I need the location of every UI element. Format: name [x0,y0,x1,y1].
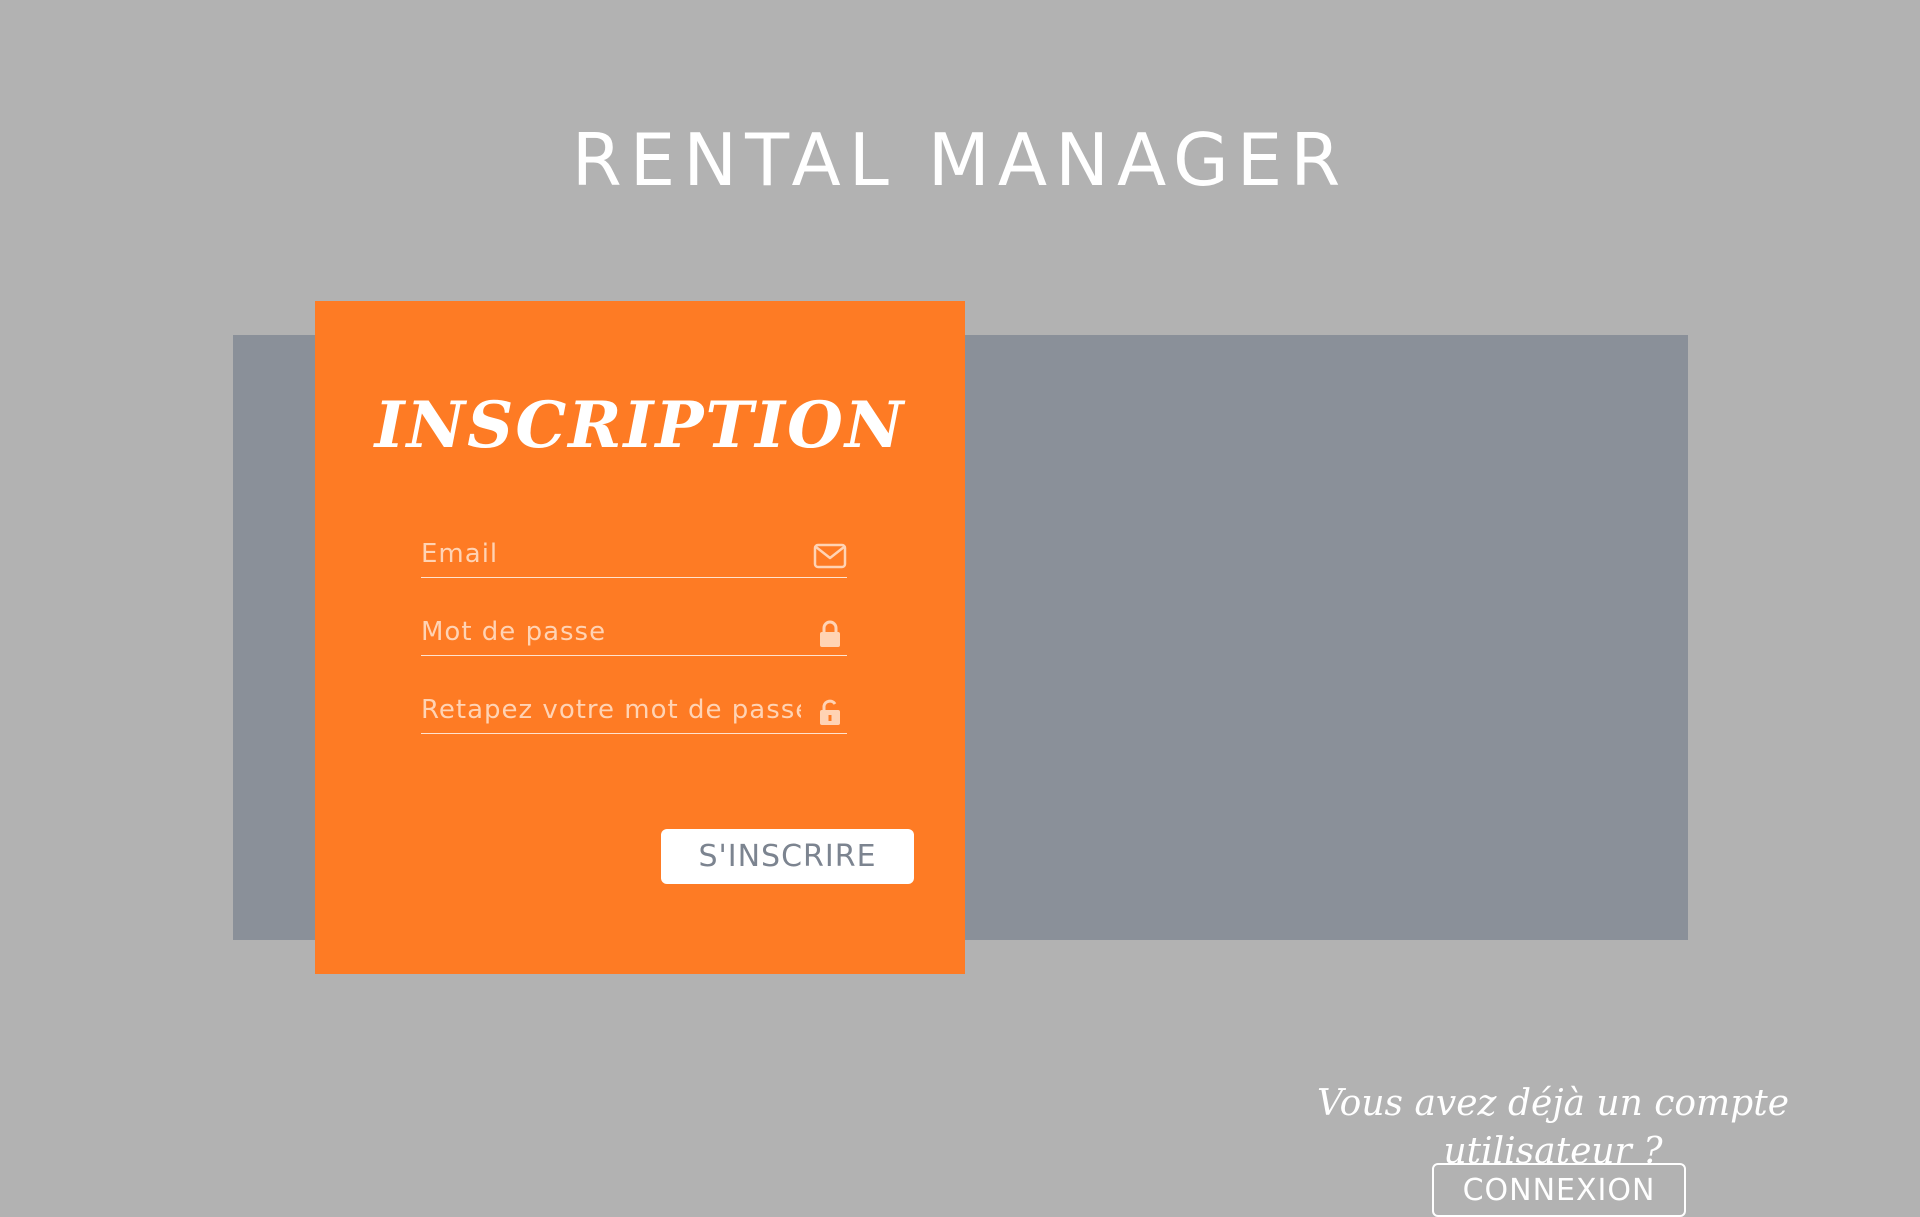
password-field[interactable] [421,611,801,653]
lock-closed-icon [813,619,847,649]
signup-title: INSCRIPTION [374,388,906,463]
envelope-icon [813,541,847,571]
email-field[interactable] [421,533,801,575]
confirm-password-field[interactable] [421,689,801,731]
signup-button[interactable]: S'INSCRIRE [661,829,914,884]
password-field-wrapper [421,611,847,656]
email-field-wrapper [421,533,847,578]
signup-card: INSCRIPTION S'INSCRIRE [315,301,965,974]
login-prompt: Vous avez déjà un compte utilisateur ? [1316,1083,1789,1172]
login-button[interactable]: CONNEXION [1432,1163,1686,1217]
app-title: RENTAL MANAGER [571,118,1349,202]
lock-open-icon [813,697,847,727]
confirm-password-field-wrapper [421,689,847,734]
